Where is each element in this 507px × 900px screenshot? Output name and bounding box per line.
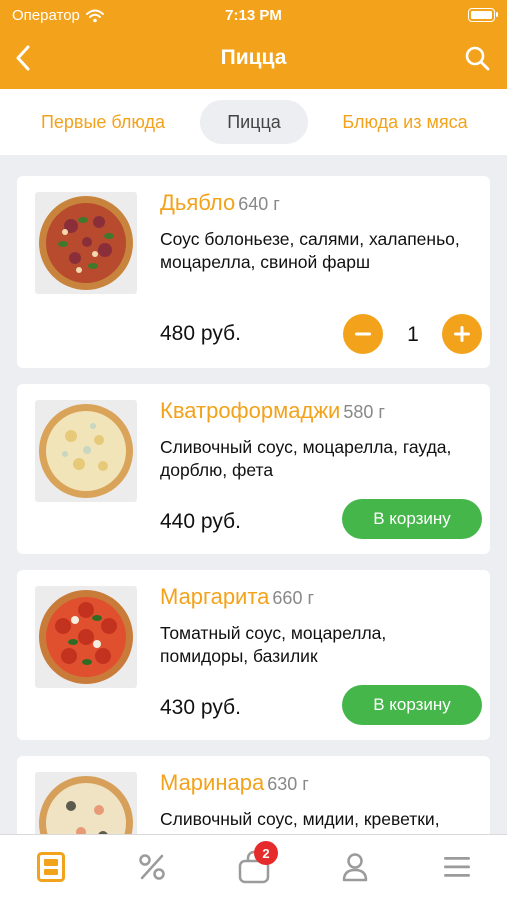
product-weight: 580 г (343, 402, 385, 422)
product-image (35, 586, 137, 688)
product-price: 430 руб. (160, 696, 241, 719)
add-to-cart-button[interactable]: В корзину (342, 685, 482, 725)
minus-icon (355, 332, 371, 336)
status-bar: Оператор 7:13 PM (0, 0, 507, 30)
product-name: Кватроформаджи 580 г (160, 398, 385, 424)
tab-first-courses[interactable]: Первые блюда (14, 100, 192, 144)
product-image (35, 772, 137, 834)
product-name: Маринара 630 г (160, 770, 309, 796)
product-price: 480 руб. (160, 322, 241, 345)
page-title: Пицца (220, 46, 287, 69)
product-card[interactable]: Маргарита 660 г Томатный соус, моцарелла,… (17, 570, 490, 740)
navigation-bar: Пицца (0, 30, 507, 88)
product-image (35, 400, 137, 502)
add-to-cart-button[interactable]: В корзину (342, 499, 482, 539)
tab-meat-dishes[interactable]: Блюда из мяса (320, 100, 490, 144)
product-weight: 660 г (272, 588, 315, 608)
product-card[interactable]: Кватроформаджи 580 г Сливочный соус, моца… (17, 384, 490, 554)
app-header: Оператор 7:13 PM Пицца (0, 0, 507, 89)
decrease-quantity-button[interactable] (343, 314, 383, 354)
product-description: Томатный соус, моцарелла, помидоры, бази… (160, 623, 387, 666)
status-time: 7:13 PM (225, 7, 282, 24)
tab-more[interactable] (437, 849, 477, 885)
product-description: Соус болоньезе, салями, халапеньо, моцар… (160, 229, 460, 272)
tab-promotions[interactable] (132, 849, 172, 885)
tab-pizza[interactable]: Пицца (200, 100, 308, 144)
product-weight: 640 г (238, 194, 280, 214)
product-name: Маргарита 660 г (160, 584, 314, 610)
product-list: Дьябло 640 г Соус болоньезе, салями, хала… (0, 155, 507, 834)
battery-icon (468, 8, 498, 22)
product-description: Сливочный соус, моцарелла, гауда, дорблю… (160, 437, 452, 480)
tab-profile[interactable] (335, 849, 375, 885)
product-price: 440 руб. (160, 510, 241, 533)
search-button[interactable] (461, 42, 493, 74)
product-name: Дьябло 640 г (160, 190, 280, 216)
increase-quantity-button[interactable] (442, 314, 482, 354)
plus-icon (454, 326, 470, 342)
product-card[interactable]: Дьябло 640 г Соус болоньезе, салями, хала… (17, 176, 490, 368)
product-title: Кватроформаджи (160, 398, 341, 423)
tab-menu[interactable] (31, 849, 71, 885)
percent-icon (139, 854, 165, 880)
category-tabs: Первые блюда Пицца Блюда из мяса (0, 89, 507, 155)
product-title: Дьябло (160, 190, 236, 215)
search-icon (465, 46, 490, 71)
product-title: Маргарита (160, 584, 270, 609)
product-image (35, 192, 137, 294)
hamburger-icon (444, 857, 470, 877)
menu-icon (37, 852, 65, 882)
profile-icon (342, 853, 368, 882)
quantity-value: 1 (407, 323, 419, 346)
bottom-tab-bar: 2 (0, 834, 507, 900)
product-card[interactable]: Маринара 630 г Сливочный соус, мидии, кре… (17, 756, 490, 834)
product-title: Маринара (160, 770, 265, 795)
cart-badge: 2 (254, 841, 278, 865)
tab-cart[interactable]: 2 (234, 841, 278, 885)
product-weight: 630 г (267, 774, 309, 794)
product-description: Сливочный соус, мидии, креветки, (160, 809, 440, 829)
